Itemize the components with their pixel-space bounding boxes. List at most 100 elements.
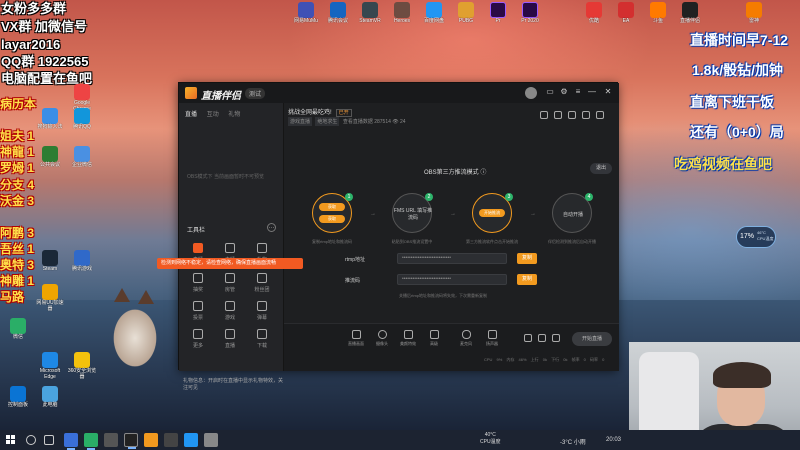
- left-panel: 直播 互动 礼物 OBS模式下 当前画面暂时不可预览 工具栏 … 直播 主播 礼…: [179, 103, 284, 391]
- task-view-icon[interactable]: [44, 435, 54, 445]
- bottom-item[interactable]: 扬声器: [480, 330, 504, 347]
- vote-icon: [193, 301, 203, 311]
- desktop-icon[interactable]: Heroes: [386, 2, 418, 24]
- tool-item[interactable]: 弹幕: [247, 301, 277, 321]
- copy-key-button[interactable]: 复制: [517, 274, 537, 285]
- tool-item[interactable]: 下载: [247, 329, 277, 349]
- menu-icon[interactable]: ≡: [573, 87, 583, 97]
- settings-icon[interactable]: [596, 111, 604, 119]
- taskbar-app-icon[interactable]: [204, 433, 218, 447]
- desktop-icon[interactable]: 公共会议: [34, 146, 66, 168]
- desktop-icon[interactable]: 此电脑: [34, 386, 66, 408]
- obs-icon[interactable]: [124, 433, 138, 449]
- tool-item[interactable]: 粉丝团: [247, 273, 277, 293]
- bell-icon[interactable]: [582, 111, 590, 119]
- avatar[interactable]: [525, 87, 537, 99]
- tool-item[interactable]: 投票: [183, 301, 213, 321]
- desktop-icon[interactable]: EA: [610, 2, 642, 24]
- category-chip[interactable]: 游戏直播: [288, 117, 313, 126]
- tab-live[interactable]: 直播: [185, 112, 197, 118]
- desktop-icon[interactable]: 斗鱼: [642, 2, 674, 24]
- network-warning-toast[interactable]: 检测到网络不稳定，请检查网络，确保直播画面流畅: [157, 258, 303, 269]
- search-icon[interactable]: [26, 435, 36, 445]
- overlay-list-item: 马路: [0, 290, 25, 304]
- taskbar-app-icon[interactable]: [104, 433, 118, 447]
- game-chip[interactable]: 绝地求生: [315, 117, 340, 126]
- edge-icon: [42, 352, 58, 368]
- weather-widget[interactable]: -3°C 小雨: [560, 437, 586, 446]
- performance-stats: CPU 9% 内存 46% 上行 0k 下行 0k 帧率 0 码率 0: [484, 357, 605, 362]
- desktop-icon[interactable]: PUBG: [450, 2, 482, 24]
- live-companion-icon[interactable]: [144, 433, 158, 447]
- admin-icon: [225, 273, 235, 283]
- rtmp-field[interactable]: ••••••••••••••••••••••••••••: [397, 253, 507, 264]
- eye-icon[interactable]: [524, 334, 532, 342]
- live-companion-window: 直播伴侣 测试 ▭ ⚙ ≡ — ✕ 直播 互动 礼物 OBS模式下 当前画面暂时…: [178, 82, 619, 391]
- desktop-icon[interactable]: 优酷: [578, 2, 610, 24]
- meeting-icon: [42, 146, 58, 162]
- taskbar-app-icon[interactable]: [164, 433, 178, 447]
- lottery-icon: [193, 273, 203, 283]
- browser-360-icon: [74, 352, 90, 368]
- tool-item[interactable]: 更多: [183, 329, 213, 349]
- task-icon[interactable]: [554, 111, 562, 119]
- desktop-icon[interactable]: Pr 2020: [514, 2, 546, 24]
- share-icon[interactable]: [568, 111, 576, 119]
- desktop-icon[interactable]: 微信: [2, 318, 34, 340]
- wechat-icon: [10, 318, 26, 334]
- settings-icon[interactable]: [552, 334, 560, 342]
- desktop-icon[interactable]: 直播伴侣: [674, 2, 706, 24]
- desktop-icon[interactable]: Microsoft Edge: [34, 352, 66, 380]
- desktop-icon[interactable]: 雷神: [738, 2, 770, 24]
- tab-interaction[interactable]: 互动: [207, 112, 219, 118]
- overlay-list-item: 分支 4: [0, 178, 35, 192]
- settings-icon[interactable]: ⚙: [559, 87, 569, 97]
- gift-box-icon[interactable]: [540, 111, 548, 119]
- bottom-item[interactable]: 麦克风: [454, 330, 478, 347]
- bottom-item[interactable]: 摄像头: [370, 330, 394, 347]
- taskbar-app-icon[interactable]: [184, 433, 198, 447]
- desktop-icon[interactable]: 腾讯游戏: [66, 250, 98, 272]
- desktop-icon[interactable]: 网易UU加速器: [34, 284, 66, 312]
- steam-icon: [42, 250, 58, 266]
- clock[interactable]: 20:03: [606, 437, 621, 443]
- tab-gifts[interactable]: 礼物: [228, 112, 240, 118]
- step-caption: 第三方推流软件点击开始推流: [466, 239, 518, 244]
- tool-item[interactable]: 直播: [215, 329, 245, 349]
- bottom-item[interactable]: 美颜特效: [396, 330, 420, 347]
- taskbar-app-icon[interactable]: [64, 433, 78, 450]
- tool-item[interactable]: 房管: [215, 273, 245, 293]
- desktop-icon[interactable]: 百度网盘: [418, 2, 450, 24]
- start-live-button[interactable]: 开始直播: [572, 332, 612, 346]
- desktop-icon[interactable]: 360安全浏览器: [66, 352, 98, 380]
- desktop-icon[interactable]: 网易MuMu: [290, 2, 322, 24]
- record-icon[interactable]: [538, 334, 546, 342]
- tool-item[interactable]: 游戏: [215, 301, 245, 321]
- desktop-icon[interactable]: Pr: [482, 2, 514, 24]
- tool-item[interactable]: 抽奖: [183, 273, 213, 293]
- desktop-icon[interactable]: 搜狗输入法: [34, 108, 66, 130]
- bottom-item[interactable]: 高级: [422, 330, 446, 347]
- uu-icon: [42, 284, 58, 300]
- stream-title[interactable]: 挑战全网最吃鸡! 已开: [288, 107, 352, 117]
- exit-obs-button[interactable]: 退出: [590, 163, 612, 174]
- copy-rtmp-button[interactable]: 复制: [517, 253, 537, 264]
- windows-start-icon[interactable]: [6, 435, 16, 445]
- tools-title: 工具栏: [187, 228, 206, 234]
- desktop-icon[interactable]: 控制面板: [2, 386, 34, 408]
- desktop-icon[interactable]: 腾讯QQ: [66, 108, 98, 130]
- wechat-icon[interactable]: [84, 433, 98, 450]
- steamvr-icon: [362, 2, 378, 18]
- bottom-item[interactable]: 直播画面: [344, 330, 368, 347]
- step-caption: 复制rtmp地址和推流码: [312, 239, 352, 244]
- premiere-icon: [522, 2, 538, 18]
- desktop-icon[interactable]: 企业微信: [66, 146, 98, 168]
- stream-key-field[interactable]: ••••••••••••••••••••••••••••: [397, 274, 507, 285]
- more-tools-icon[interactable]: …: [267, 223, 276, 232]
- desktop-icon[interactable]: SteamVR: [354, 2, 386, 24]
- minimize-icon[interactable]: —: [587, 87, 597, 97]
- desktop-icon[interactable]: 腾讯会议: [322, 2, 354, 24]
- close-icon[interactable]: ✕: [603, 87, 613, 97]
- screen-icon[interactable]: ▭: [545, 87, 555, 97]
- desktop-icon[interactable]: Steam: [34, 250, 66, 272]
